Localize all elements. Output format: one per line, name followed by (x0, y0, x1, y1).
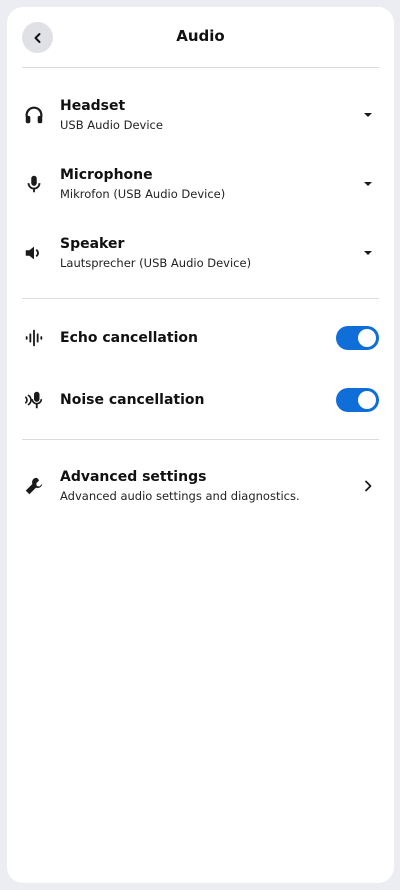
echo-cancellation-row: Echo cancellation (7, 307, 394, 369)
advanced-settings-row[interactable]: Advanced settings Advanced audio setting… (7, 440, 394, 532)
headset-icon (22, 103, 46, 127)
noise-cancellation-icon (22, 388, 46, 412)
speaker-value: Lautsprecher (USB Audio Device) (60, 255, 252, 270)
speaker-icon (22, 241, 46, 265)
microphone-selector[interactable]: Microphone Mikrofon (USB Audio Device) (7, 149, 394, 218)
headset-label: Headset (60, 97, 126, 114)
headset-value: USB Audio Device (60, 117, 163, 132)
noise-cancellation-toggle[interactable] (336, 388, 379, 412)
microphone-icon (22, 172, 46, 196)
caret-down-icon (361, 108, 375, 122)
advanced-settings-label: Advanced settings (60, 469, 207, 485)
speaker-label: Speaker (60, 235, 125, 252)
page-title: Audio (176, 27, 225, 45)
microphone-value: Mikrofon (USB Audio Device) (60, 186, 226, 201)
noise-cancellation-row: Noise cancellation (7, 369, 394, 431)
caret-down-icon (361, 246, 375, 260)
echo-cancellation-label: Echo cancellation (60, 330, 198, 346)
microphone-label: Microphone (60, 166, 153, 183)
toggle-knob (358, 329, 376, 347)
advanced-settings-description: Advanced audio settings and diagnostics. (60, 489, 300, 503)
caret-down-icon (361, 177, 375, 191)
speaker-selector[interactable]: Speaker Lautsprecher (USB Audio Device) (7, 218, 394, 287)
header: Audio (7, 7, 394, 67)
echo-cancellation-toggle[interactable] (336, 326, 379, 350)
headset-selector[interactable]: Headset USB Audio Device (7, 80, 394, 149)
noise-cancellation-label: Noise cancellation (60, 392, 205, 408)
echo-cancellation-icon (22, 326, 46, 350)
audio-settings-panel: Audio Headset USB Audio Device Microphon… (7, 7, 394, 883)
wrench-icon (22, 474, 46, 498)
toggle-knob (358, 391, 376, 409)
chevron-right-icon (361, 479, 375, 493)
